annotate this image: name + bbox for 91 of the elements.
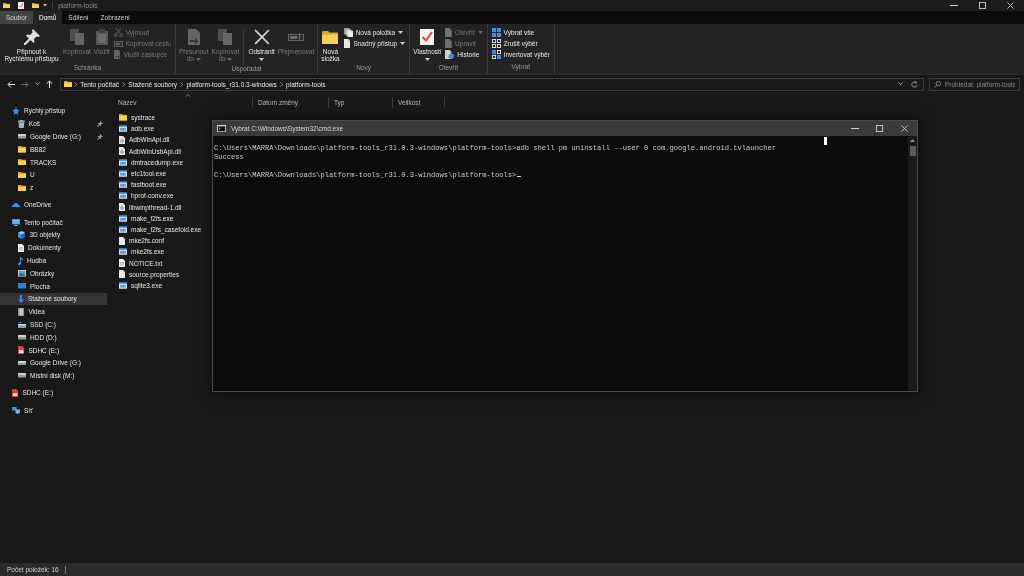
monitor-icon xyxy=(12,218,20,226)
app-window-icon xyxy=(119,125,127,133)
app-window-icon xyxy=(119,181,127,189)
chevron-right-icon xyxy=(74,81,78,87)
page-icon xyxy=(445,28,453,37)
drive-icon xyxy=(18,335,26,340)
app-window-icon xyxy=(119,248,127,256)
chevron-right-icon xyxy=(180,81,184,87)
bin-icon xyxy=(18,119,25,128)
drive-icon xyxy=(18,134,26,139)
cursor-block-icon xyxy=(824,137,827,145)
chevron-down-icon xyxy=(35,82,40,86)
page-arrow-icon xyxy=(113,50,121,59)
screen-icon xyxy=(18,283,26,289)
page-icon xyxy=(343,39,351,48)
close-icon xyxy=(901,125,908,132)
maximize-icon xyxy=(876,125,883,132)
pin-icon xyxy=(23,29,40,45)
back-button[interactable] xyxy=(5,78,17,90)
scrollbar-track[interactable] xyxy=(908,136,917,391)
star-icon xyxy=(12,107,20,115)
network-icon xyxy=(12,406,20,414)
checklist-icon xyxy=(420,29,435,45)
app-window-icon xyxy=(119,214,127,222)
cloud-icon xyxy=(12,202,20,208)
app-window-icon xyxy=(119,170,127,177)
up-button[interactable] xyxy=(44,78,55,90)
folder-icon xyxy=(64,80,72,88)
sd-card-icon xyxy=(12,388,19,397)
grid-outline-icon xyxy=(491,39,501,48)
scissors-icon xyxy=(113,28,123,37)
drive-icon xyxy=(18,360,26,366)
page-icon xyxy=(445,39,453,48)
caret-down-icon[interactable] xyxy=(43,4,48,7)
music-note-icon xyxy=(18,256,23,265)
page-icon xyxy=(119,270,125,279)
folder-icon xyxy=(18,171,26,179)
cross-icon xyxy=(253,29,270,45)
refresh-icon xyxy=(911,80,918,88)
text-page-icon xyxy=(119,259,125,268)
folder-icon xyxy=(322,30,339,44)
app-window-icon xyxy=(119,281,127,289)
chevron-right-icon xyxy=(122,81,126,87)
film-icon xyxy=(18,307,25,316)
clipboard-icon xyxy=(95,29,108,45)
stacked-pages-icon xyxy=(343,28,353,37)
page-icon xyxy=(119,236,125,245)
text-box-icon xyxy=(288,32,304,42)
sd-card-icon xyxy=(18,346,25,355)
scrollbar-thumb[interactable] xyxy=(909,146,916,156)
close-icon xyxy=(1006,2,1014,9)
app-window-icon xyxy=(119,158,127,166)
document-icon xyxy=(18,243,24,252)
gear-page-icon xyxy=(119,135,125,144)
app-window-icon xyxy=(119,226,127,233)
copy-icon xyxy=(69,29,84,45)
minimize-icon xyxy=(950,5,958,6)
maximize-icon xyxy=(978,2,986,9)
chevron-down-icon xyxy=(898,82,903,86)
folder-icon[interactable] xyxy=(3,2,10,9)
address-dropdown-button[interactable] xyxy=(896,80,905,88)
folder-icon xyxy=(119,114,127,121)
gear-page-icon xyxy=(119,203,125,212)
folder-icon xyxy=(18,146,26,153)
search-icon xyxy=(934,80,941,88)
scroll-up-arrow-icon xyxy=(910,139,915,142)
forward-arrow-icon xyxy=(21,80,29,88)
grid-icon xyxy=(491,50,501,59)
drive-icon xyxy=(18,321,26,328)
chevron-right-icon xyxy=(279,81,284,87)
back-arrow-icon xyxy=(7,80,15,88)
download-arrow-icon xyxy=(18,294,24,303)
refresh-button[interactable] xyxy=(909,78,920,90)
copy-icon xyxy=(218,29,233,45)
folder-icon xyxy=(18,184,26,191)
gear-page-icon xyxy=(119,147,125,156)
terminal-icon xyxy=(217,124,226,133)
folder-icon[interactable] xyxy=(32,2,40,9)
minimize-icon xyxy=(850,128,859,129)
checklist-icon[interactable] xyxy=(18,2,25,9)
up-arrow-icon xyxy=(46,80,53,88)
picture-icon xyxy=(18,270,26,277)
grid-icon xyxy=(491,28,501,37)
cube-icon xyxy=(18,230,26,239)
drive-icon xyxy=(18,373,26,378)
page-arrow-icon xyxy=(187,29,200,45)
folder-icon xyxy=(18,158,26,166)
bar-icon xyxy=(113,40,123,47)
page-clock-icon xyxy=(445,50,455,59)
app-window-icon xyxy=(119,192,127,200)
recent-locations-button[interactable] xyxy=(33,80,42,88)
